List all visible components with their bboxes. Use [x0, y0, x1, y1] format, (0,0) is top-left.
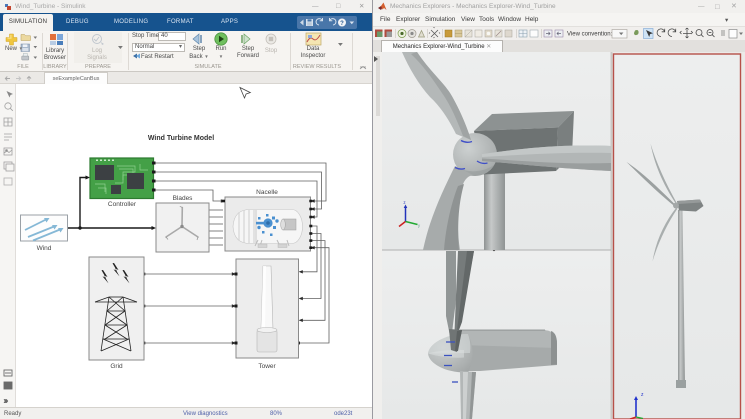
svg-text:Wind: Wind — [37, 245, 52, 252]
svg-text:Blades: Blades — [173, 195, 194, 202]
svg-text:Nacelle: Nacelle — [256, 189, 278, 196]
svg-text:Grid: Grid — [110, 363, 123, 370]
svg-text:View convention:: View convention: — [567, 32, 613, 38]
svg-text:Tower: Tower — [258, 363, 276, 370]
svg-text:Controller: Controller — [108, 201, 137, 208]
svg-text:Wind Turbine Model: Wind Turbine Model — [148, 135, 214, 142]
svg-text:»: » — [4, 398, 8, 405]
svg-text:?: ? — [340, 21, 344, 27]
